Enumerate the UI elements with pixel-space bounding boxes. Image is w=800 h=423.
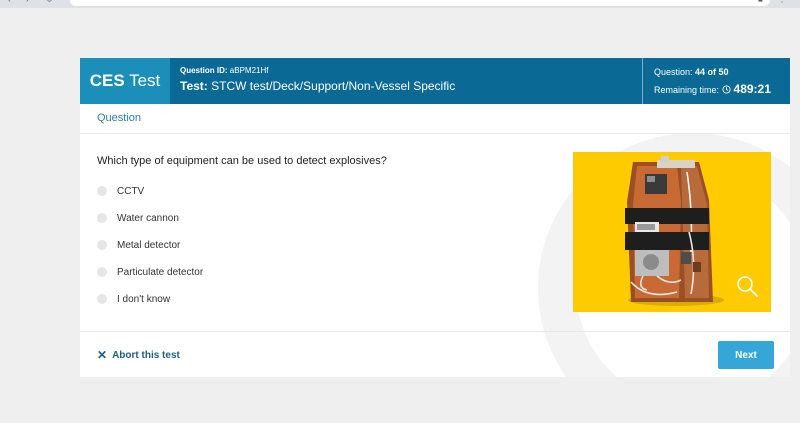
abort-test-link[interactable]: ✕ Abort this test [97, 348, 180, 362]
close-icon: ✕ [97, 348, 108, 362]
extension-icon[interactable]: ■ [758, 0, 763, 4]
magnifier-icon[interactable] [735, 274, 759, 298]
address-bar[interactable] [70, 0, 770, 6]
option-label: Metal detector [117, 239, 181, 251]
option-label: Water cannon [117, 212, 179, 224]
clock-icon [721, 85, 731, 94]
back-icon[interactable]: ‹ [8, 0, 11, 4]
answer-option-particulate-detector[interactable]: Particulate detector [97, 265, 203, 279]
question-info: Question ID: aBPM21Hf Test: STCW test/De… [180, 66, 455, 93]
menu-icon[interactable]: ⋮ [778, 0, 786, 4]
question-id-label: Question ID: [180, 66, 230, 75]
radio-button[interactable] [97, 186, 107, 196]
next-button[interactable]: Next [718, 341, 774, 369]
question-counter-value: 44 of 50 [695, 67, 729, 77]
question-image[interactable] [573, 152, 771, 312]
section-label: Question [97, 112, 142, 124]
forward-icon[interactable]: › [26, 0, 29, 4]
browser-toolbar: ‹ › ↻ ■ ⋮ [0, 0, 800, 8]
header-divider [642, 58, 643, 104]
abort-test-label: Abort this test [112, 349, 180, 361]
answer-option-dont-know[interactable]: I don't know [97, 292, 170, 306]
test-path: Test: STCW test/Deck/Support/Non-Vessel … [180, 79, 455, 93]
brand-rest: Test [124, 71, 161, 90]
brand-bold: CES [89, 71, 125, 90]
question-counter-label: Question: [654, 67, 696, 77]
option-label: Particulate detector [117, 266, 204, 278]
radio-button[interactable] [97, 240, 107, 250]
test-path-value: STCW test/Deck/Support/Non-Vessel Specif… [211, 79, 456, 93]
option-label: CCTV [117, 185, 145, 197]
answer-option-metal-detector[interactable]: Metal detector [97, 238, 180, 252]
test-card: CES Test Question ID: aBPM21Hf Test: STC… [80, 58, 790, 377]
remaining-time: Remaining time: 489:21 [654, 82, 771, 96]
question-text: Which type of equipment can be used to d… [97, 155, 387, 167]
option-label: I don't know [117, 293, 171, 305]
radio-button[interactable] [97, 267, 107, 277]
answer-option-cctv[interactable]: CCTV [97, 184, 144, 198]
divider [80, 331, 790, 332]
radio-button[interactable] [97, 213, 107, 223]
question-id: Question ID: aBPM21Hf [180, 66, 455, 75]
remaining-time-label: Remaining time: [654, 85, 722, 95]
radio-button[interactable] [97, 294, 107, 304]
test-header: CES Test Question ID: aBPM21Hf Test: STC… [80, 58, 790, 104]
question-counter: Question: 44 of 50 [654, 67, 771, 77]
test-label: Test: [180, 79, 212, 93]
test-progress: Question: 44 of 50 Remaining time: 489:2… [654, 67, 771, 96]
question-id-value: aBPM21Hf [229, 66, 269, 75]
reload-icon[interactable]: ↻ [46, 0, 53, 4]
remaining-time-value: 489:21 [733, 82, 771, 96]
answer-option-water-cannon[interactable]: Water cannon [97, 211, 179, 225]
divider [80, 133, 790, 134]
brand-logo: CES Test [80, 58, 170, 104]
